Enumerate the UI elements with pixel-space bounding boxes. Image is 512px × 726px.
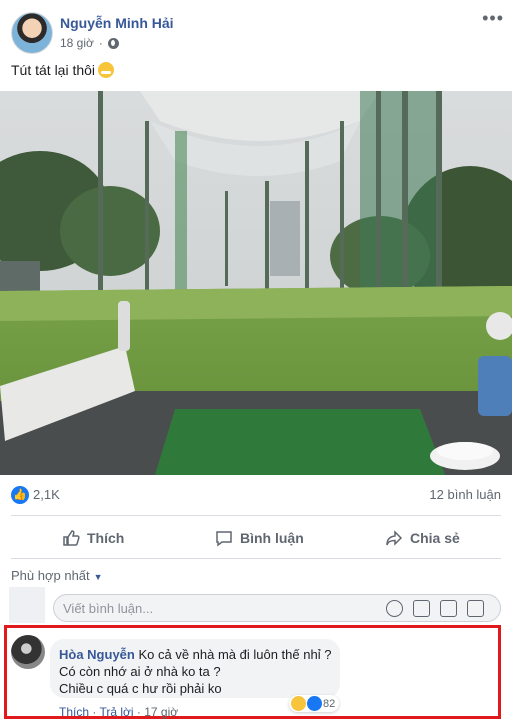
gif-icon[interactable] — [440, 600, 457, 617]
post-time[interactable]: 18 giờ — [60, 36, 94, 50]
comment-button[interactable]: Bình luận — [215, 523, 304, 553]
comment-line-1: Hòa Nguyễn Ko cả về nhà mà đi luôn thế n… — [59, 647, 331, 662]
sort-label: Phù hợp nhất — [11, 568, 90, 583]
caret-down-icon: ▼ — [93, 572, 103, 582]
comment-like-link[interactable]: Thích — [59, 705, 89, 719]
author-avatar[interactable] — [11, 12, 53, 54]
globe-icon — [107, 37, 119, 49]
post-meta: 18 giờ · — [60, 36, 119, 50]
commenter-name[interactable]: Hòa Nguyễn — [59, 647, 135, 662]
like-button[interactable]: Thích — [62, 523, 124, 553]
comment-count[interactable]: 12 bình luận — [429, 487, 501, 502]
post-photo[interactable] — [0, 91, 512, 475]
comment-reply-link[interactable]: Trả lời — [99, 705, 133, 719]
sticker-icon[interactable] — [467, 600, 484, 617]
reaction-count[interactable]: 2,1K — [33, 487, 60, 502]
divider — [11, 558, 501, 559]
comment-input-tools — [386, 600, 484, 617]
current-user-avatar — [9, 587, 45, 623]
comment-input-placeholder: Viết bình luận... — [63, 601, 154, 616]
comment-time[interactable]: 17 giờ — [144, 705, 178, 719]
comment-footer: Thích · Trả lời · 17 giờ — [59, 705, 179, 719]
emoji-icon[interactable] — [386, 600, 403, 617]
camera-icon[interactable] — [413, 600, 430, 617]
share-button[interactable]: Chia sẻ — [385, 523, 460, 553]
share-icon — [386, 530, 403, 546]
more-options-icon[interactable]: ••• — [482, 8, 504, 29]
thumbs-up-icon — [63, 530, 80, 546]
divider — [11, 515, 501, 516]
post-caption: Tút tát lại thôi — [11, 62, 115, 78]
comment-reaction-count: 82 — [323, 697, 336, 710]
share-button-label: Chia sẻ — [410, 530, 460, 546]
like-reaction-icon — [307, 696, 322, 711]
post-author-name[interactable]: Nguyễn Minh Hải — [60, 15, 174, 31]
like-reaction-icon[interactable]: 👍 — [11, 486, 29, 504]
post-caption-text: Tút tát lại thôi — [11, 62, 96, 78]
comment-sort-dropdown[interactable]: Phù hợp nhất ▼ — [11, 568, 103, 583]
comment-text-1: Ko cả về nhà mà đi luôn thế nhỉ ? — [138, 647, 332, 662]
comment-text-3: Chiều c quá c hư rồi phải ko — [59, 681, 222, 696]
commenter-avatar[interactable] — [11, 635, 45, 669]
like-button-label: Thích — [87, 530, 125, 546]
comment-text-2: Có còn nhớ ai ở nhà ko ta ? — [59, 664, 221, 679]
comment-button-label: Bình luận — [240, 530, 304, 546]
grinning-face-icon — [98, 62, 115, 78]
comment-reactions[interactable]: 82 — [289, 695, 340, 712]
haha-reaction-icon — [291, 696, 306, 711]
comment-icon — [216, 531, 232, 547]
